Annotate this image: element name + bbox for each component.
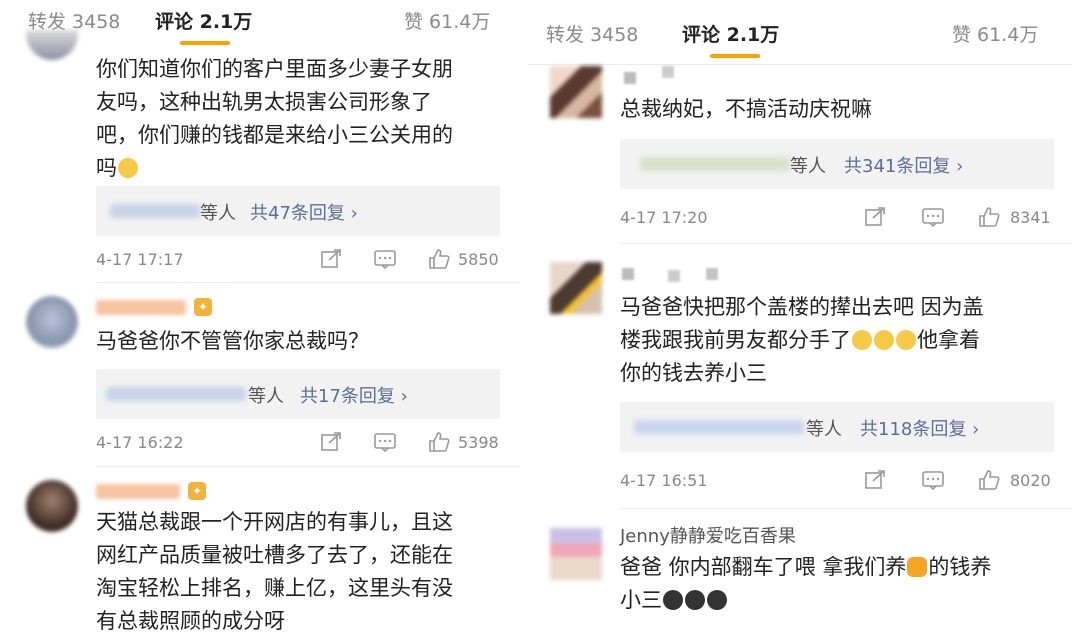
comment-time: 4-17 17:20: [620, 208, 708, 227]
like-count: 5398: [458, 433, 499, 452]
reply-preview-box[interactable]: 等人 共341条回复 ›: [620, 139, 1054, 189]
blurred-username: [634, 420, 804, 434]
comment-icon[interactable]: [922, 207, 944, 227]
reply-others-label: 等人: [248, 386, 284, 407]
divider: [620, 243, 1072, 244]
like-icon[interactable]: [978, 470, 1000, 490]
comment-text: 马爸爸你不管管你家总裁吗？: [96, 329, 369, 353]
reply-others-label: 等人: [806, 419, 842, 440]
blurred-username: [668, 270, 680, 282]
blurred-username: [96, 484, 180, 499]
blurred-username: [662, 66, 674, 78]
laughing-emoji-icon: [852, 330, 872, 350]
avatar[interactable]: [550, 262, 602, 314]
tab-comments[interactable]: 评论 2.1万: [155, 7, 252, 34]
share-icon[interactable]: [864, 207, 886, 227]
comment-time: 4-17 16:51: [620, 471, 708, 490]
blurred-username: [640, 157, 790, 171]
blurred-username: [622, 268, 634, 280]
like-icon[interactable]: [428, 432, 450, 452]
avatar[interactable]: [26, 480, 78, 532]
like-icon[interactable]: [978, 207, 1000, 227]
comment-text: 你们知道你们的客户里面多少妻子女朋 友吗，这种出轨男太损害公司形象了 吧，你们赚…: [96, 57, 453, 180]
like-count: 8020: [1010, 471, 1051, 490]
comment-text: 天猫总裁跟一个开网店的有事儿，且这 网红产品质量被吐槽多了去了，还能在 淘宝轻松…: [96, 510, 453, 633]
comment-icon[interactable]: [922, 470, 944, 490]
blurred-username: [110, 204, 200, 218]
comment-meta-row: 4-17 16:51 8020: [620, 468, 1056, 494]
like-icon[interactable]: [428, 249, 450, 269]
divider: [96, 466, 520, 467]
laughing-emoji-icon: [896, 330, 916, 350]
avatar[interactable]: [26, 30, 78, 60]
shocked-emoji-icon: [663, 590, 683, 610]
right-screenshot-panel: 转发 3458 评论 2.1万 赞 61.4万 总裁纳妃，不搞活动庆祝嘛 等人 …: [528, 0, 1072, 639]
comment-icon[interactable]: [374, 249, 396, 269]
comment-icon[interactable]: [374, 432, 396, 452]
reply-preview-box[interactable]: 等人 共17条回复 ›: [96, 369, 500, 419]
username[interactable]: Jenny静静爱吃百香果: [620, 522, 796, 548]
vip-badge-icon: ✦: [188, 482, 206, 500]
blurred-username: [96, 300, 186, 315]
tab-comments[interactable]: 评论 2.1万: [682, 20, 779, 47]
share-icon[interactable]: [320, 432, 342, 452]
blurred-username: [706, 268, 718, 280]
share-icon[interactable]: [864, 470, 886, 490]
view-replies-link[interactable]: 共341条回复 ›: [844, 152, 963, 178]
tab-likes[interactable]: 赞 61.4万: [952, 20, 1038, 47]
comment-time: 4-17 16:22: [96, 433, 184, 452]
reply-preview-box[interactable]: 等人 共118条回复 ›: [620, 402, 1054, 452]
emoji-icon: [118, 158, 138, 178]
blurred-username: [624, 72, 636, 84]
tab-repost[interactable]: 转发 3458: [546, 20, 638, 47]
cat-emoji-icon: [907, 557, 928, 577]
like-count: 8341: [1010, 208, 1051, 227]
comment-meta-row: 4-17 16:22 5398: [96, 430, 502, 456]
view-replies-link[interactable]: 共118条回复 ›: [860, 415, 979, 441]
comment-tabs: 转发 3458 评论 2.1万 赞 61.4万: [528, 0, 1072, 58]
panel-gap: [520, 0, 528, 639]
active-tab-indicator: [180, 41, 230, 45]
left-screenshot-panel: 转发 3458 评论 2.1万 赞 61.4万 你们知道你们的客户里面多少妻子女…: [0, 0, 520, 639]
comment-text: 爸爸 你内部翻车了喂 拿我们养 的钱养 小三: [620, 555, 992, 612]
comment-meta-row: 4-17 17:20 8341: [620, 205, 1056, 231]
reply-others-label: 等人: [200, 203, 236, 224]
comment-time: 4-17 17:17: [96, 250, 184, 269]
like-count: 5850: [458, 250, 499, 269]
blurred-username: [106, 387, 246, 401]
avatar[interactable]: [550, 66, 602, 118]
tab-likes[interactable]: 赞 61.4万: [404, 7, 490, 34]
comment-text: 马爸爸快把那个盖楼的撵出去吧 因为盖 楼我跟我前男友都分手了 他拿着 你的钱去养小…: [620, 295, 984, 385]
shocked-emoji-icon: [685, 590, 705, 610]
comment-text: 总裁纳妃，不搞活动庆祝嘛: [620, 97, 872, 121]
avatar[interactable]: [26, 296, 78, 348]
laughing-emoji-icon: [874, 330, 894, 350]
divider: [96, 282, 520, 283]
vip-badge-icon: ✦: [194, 298, 212, 316]
shocked-emoji-icon: [707, 590, 727, 610]
view-replies-link[interactable]: 共17条回复 ›: [300, 382, 408, 408]
divider: [620, 508, 1072, 509]
comment-meta-row: 4-17 17:17 5850: [96, 247, 502, 273]
reply-preview-box[interactable]: 等人 共47条回复 ›: [96, 186, 500, 236]
comment-tabs: 转发 3458 评论 2.1万 赞 61.4万: [0, 0, 520, 45]
share-icon[interactable]: [320, 249, 342, 269]
avatar[interactable]: [550, 528, 602, 580]
reply-others-label: 等人: [790, 156, 826, 177]
divider: [528, 64, 1072, 65]
view-replies-link[interactable]: 共47条回复 ›: [250, 199, 358, 225]
active-tab-indicator: [710, 54, 760, 58]
